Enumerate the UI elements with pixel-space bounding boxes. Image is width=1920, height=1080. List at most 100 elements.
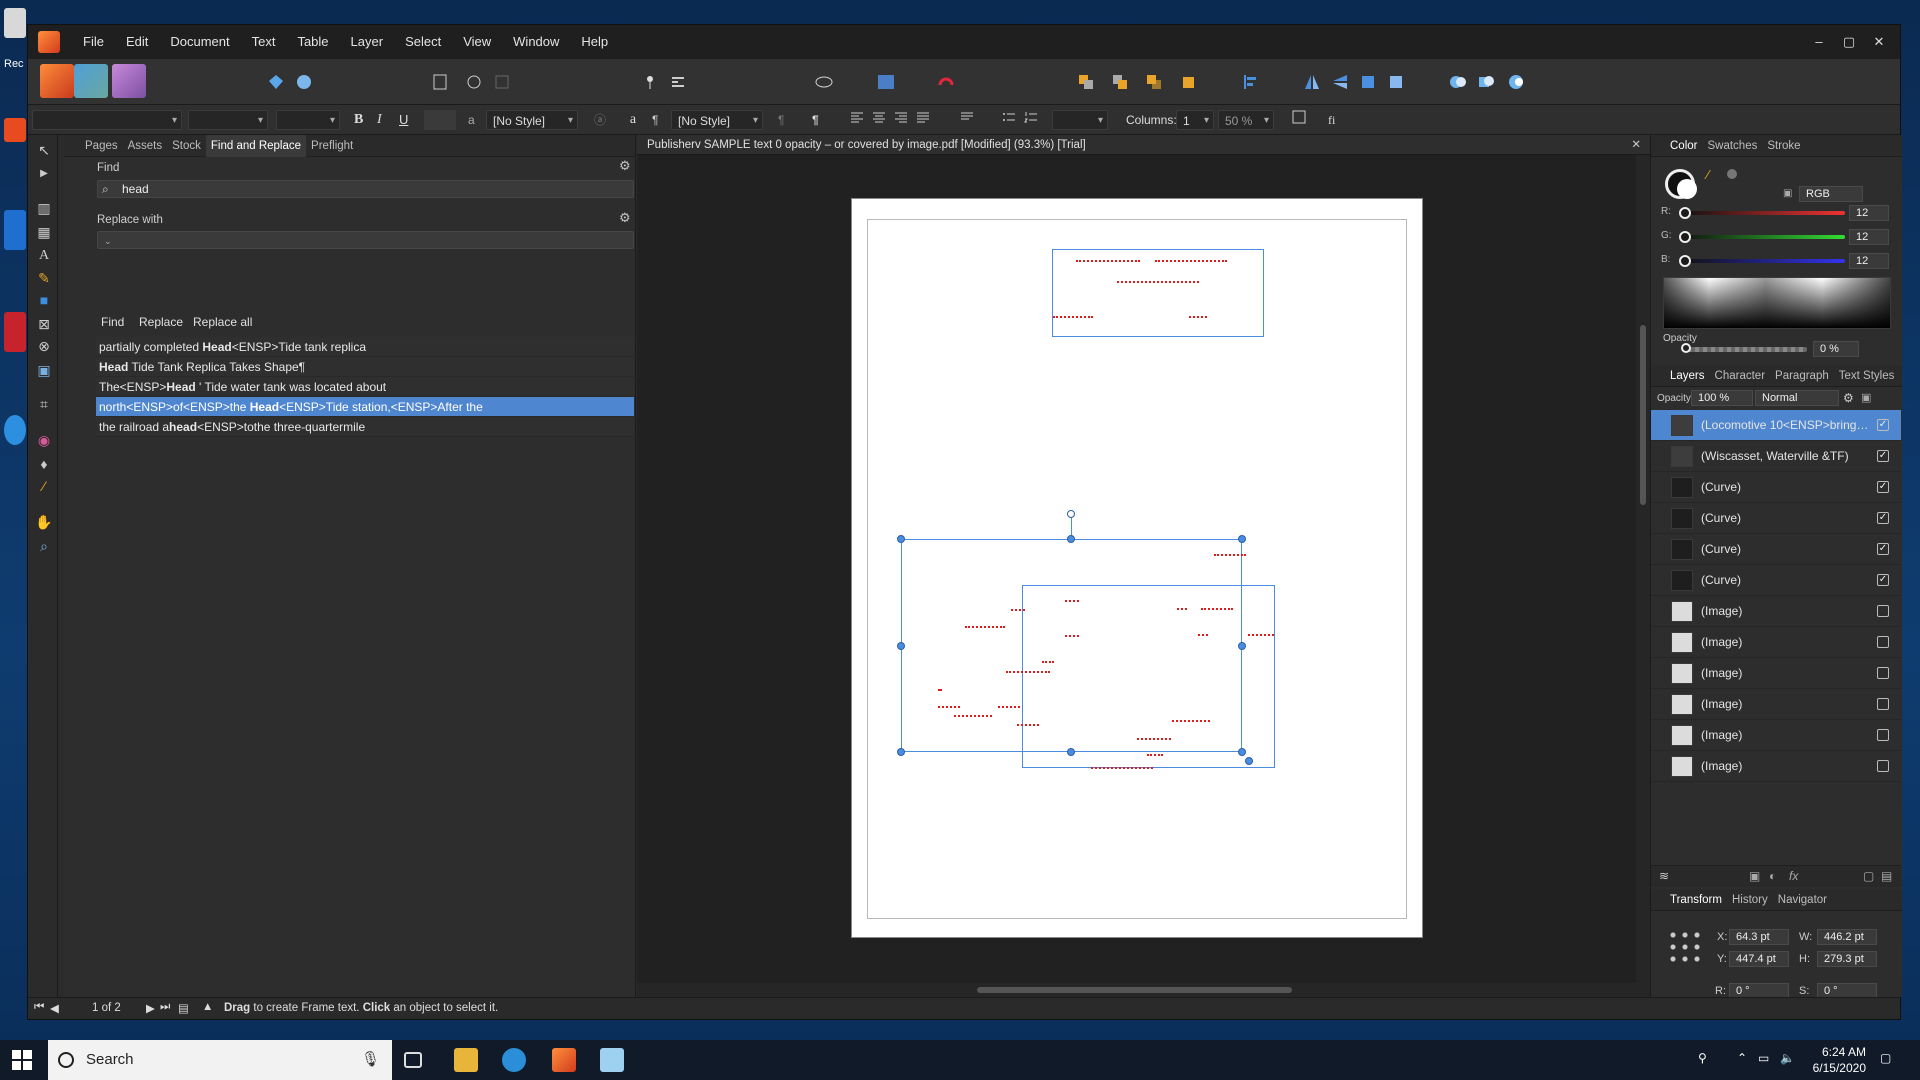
last-page-icon[interactable]: ⏭ <box>160 1001 170 1014</box>
menu-document[interactable]: Document <box>159 25 240 59</box>
red-slider[interactable]: R: 12 <box>1661 205 1891 221</box>
tab-history[interactable]: History <box>1727 889 1773 911</box>
result-row[interactable]: the railroad ahead<ENSP>tothe three-quar… <box>96 417 634 437</box>
tab-swatches[interactable]: Swatches <box>1702 135 1762 157</box>
align-icon[interactable] <box>1236 68 1264 96</box>
windows-start-icon[interactable] <box>12 1050 32 1070</box>
tray-chevron-icon[interactable]: ⌃ <box>1737 1051 1747 1065</box>
preview-eye-icon[interactable] <box>810 68 838 96</box>
vertical-align-icon[interactable] <box>960 110 974 130</box>
table-grid-icon[interactable] <box>488 68 516 96</box>
replace-settings-gear-icon[interactable]: ⚙ <box>619 210 631 226</box>
resize-handle-tr[interactable] <box>1238 535 1246 543</box>
maximize-button[interactable]: ▢ <box>1834 25 1864 59</box>
opacity-value[interactable]: 0 % <box>1813 341 1859 357</box>
show-special-chars-icon[interactable]: ¶ <box>812 110 824 130</box>
next-page-icon[interactable]: ▶ <box>146 1001 155 1015</box>
color-model-dropdown[interactable]: RGB <box>1799 186 1863 202</box>
arrange-back-icon[interactable] <box>1174 68 1202 96</box>
document-tab[interactable]: Publisherv SAMPLE text 0 opacity – or co… <box>637 135 1650 155</box>
bold-button[interactable]: B <box>354 110 370 130</box>
fill-swatch-white[interactable] <box>1677 179 1697 199</box>
desktop-icon[interactable] <box>4 415 26 445</box>
tab-navigator[interactable]: Navigator <box>1773 889 1832 911</box>
minimize-button[interactable]: – <box>1804 25 1834 59</box>
first-page-icon[interactable]: ⏮ <box>34 1001 44 1014</box>
rotate-right-icon[interactable] <box>1382 68 1410 96</box>
visibility-checkbox[interactable] <box>1877 636 1889 648</box>
vertical-scrollbar[interactable] <box>1636 155 1650 997</box>
italic-button[interactable]: I <box>377 110 393 130</box>
close-document-icon[interactable]: ✕ <box>1631 135 1641 155</box>
paragraph-style-dropdown[interactable]: [No Style] <box>671 110 763 131</box>
visibility-checkbox[interactable] <box>1877 729 1889 741</box>
replace-button[interactable]: Replace <box>139 312 183 332</box>
tab-color[interactable]: Color <box>1665 135 1702 157</box>
resize-handle-l[interactable] <box>897 642 905 650</box>
vertical-scroll-thumb[interactable] <box>1640 325 1646 505</box>
columns-stepper[interactable]: 1 <box>1176 110 1214 131</box>
text-color-swatch[interactable] <box>424 110 456 130</box>
desktop-icon-recycle[interactable] <box>4 8 26 38</box>
green-value[interactable]: 12 <box>1849 229 1889 245</box>
ellipse-frame-tool-icon[interactable]: ⊗ <box>35 337 53 355</box>
char-format-icon[interactable]: ⓐ <box>594 110 608 130</box>
share-icon[interactable] <box>262 68 290 96</box>
pin-icon[interactable] <box>636 68 664 96</box>
menu-help[interactable]: Help <box>570 25 619 59</box>
blue-slider[interactable]: B: 12 <box>1661 253 1891 269</box>
fx-icon[interactable]: fx <box>1789 869 1798 883</box>
desktop-icon[interactable] <box>4 312 26 352</box>
tab-stock[interactable]: Stock <box>167 135 206 157</box>
layer-row[interactable]: (Wiscasset, Waterville &TF) ✓ <box>1651 441 1901 472</box>
arrange-forward-icon[interactable] <box>1106 68 1134 96</box>
flip-horizontal-icon[interactable] <box>1298 68 1326 96</box>
photo-persona-icon[interactable] <box>74 64 108 98</box>
result-row[interactable]: Head Tide Tank Replica Takes Shape¶ <box>96 357 634 377</box>
visibility-checkbox[interactable]: ✓ <box>1877 419 1889 431</box>
layer-row[interactable]: (Image) <box>1651 596 1901 627</box>
people-icon[interactable]: ⚲ <box>1698 1051 1707 1065</box>
resize-handle-tl[interactable] <box>897 535 905 543</box>
place-image-tool-icon[interactable]: ▣ <box>35 361 53 379</box>
layer-row[interactable]: (Curve) ✓ <box>1651 565 1901 596</box>
find-button[interactable]: Find <box>101 312 124 332</box>
baseline-grid-icon[interactable] <box>872 68 900 96</box>
layer-row[interactable]: (Image) <box>1651 689 1901 720</box>
rotation-handle[interactable] <box>1067 510 1075 518</box>
tab-character[interactable]: Character <box>1710 365 1771 387</box>
menu-layer[interactable]: Layer <box>340 25 395 59</box>
volume-icon[interactable]: 🔈 <box>1780 1051 1795 1065</box>
layer-row[interactable]: (Curve) ✓ <box>1651 503 1901 534</box>
replace-all-button[interactable]: Replace all <box>193 312 252 332</box>
font-style-dropdown[interactable] <box>188 110 268 131</box>
align-right-icon[interactable] <box>894 110 908 130</box>
character-style-dropdown[interactable]: [No Style] <box>486 110 578 131</box>
designer-persona-icon[interactable] <box>112 64 146 98</box>
green-slider[interactable]: G: 12 <box>1661 229 1891 245</box>
ligature-icon[interactable]: fi <box>1328 110 1342 130</box>
width-field[interactable]: 446.2 pt <box>1817 929 1877 945</box>
result-row[interactable]: The<ENSP>Head ' Tide water tank was loca… <box>96 377 634 397</box>
opacity-slider-knob[interactable] <box>1681 343 1691 353</box>
transparency-tool-icon[interactable]: ♦ <box>35 455 53 473</box>
x-position-field[interactable]: 64.3 pt <box>1729 929 1789 945</box>
blue-value[interactable]: 12 <box>1849 253 1889 269</box>
visibility-checkbox[interactable]: ✓ <box>1877 574 1889 586</box>
result-row[interactable]: partially completed Head<ENSP>Tide tank … <box>96 337 634 357</box>
layer-row[interactable]: (Image) <box>1651 751 1901 782</box>
boolean-subtract-icon[interactable] <box>1472 68 1500 96</box>
opacity-slider[interactable] <box>1683 347 1807 352</box>
arrange-front-icon[interactable] <box>1072 68 1100 96</box>
notifications-icon[interactable]: ▢ <box>1880 1051 1891 1065</box>
frame-options-icon[interactable] <box>1292 110 1306 130</box>
visibility-checkbox[interactable]: ✓ <box>1877 543 1889 555</box>
replace-input[interactable]: ⌄ <box>97 231 634 249</box>
menu-text[interactable]: Text <box>241 25 287 59</box>
layer-row[interactable]: (Curve) ✓ <box>1651 534 1901 565</box>
desktop-icon[interactable] <box>4 118 26 142</box>
justify-icon[interactable] <box>916 110 930 130</box>
color-spectrum[interactable] <box>1663 277 1891 329</box>
file-explorer-icon[interactable] <box>454 1048 478 1072</box>
visibility-checkbox[interactable] <box>1877 605 1889 617</box>
